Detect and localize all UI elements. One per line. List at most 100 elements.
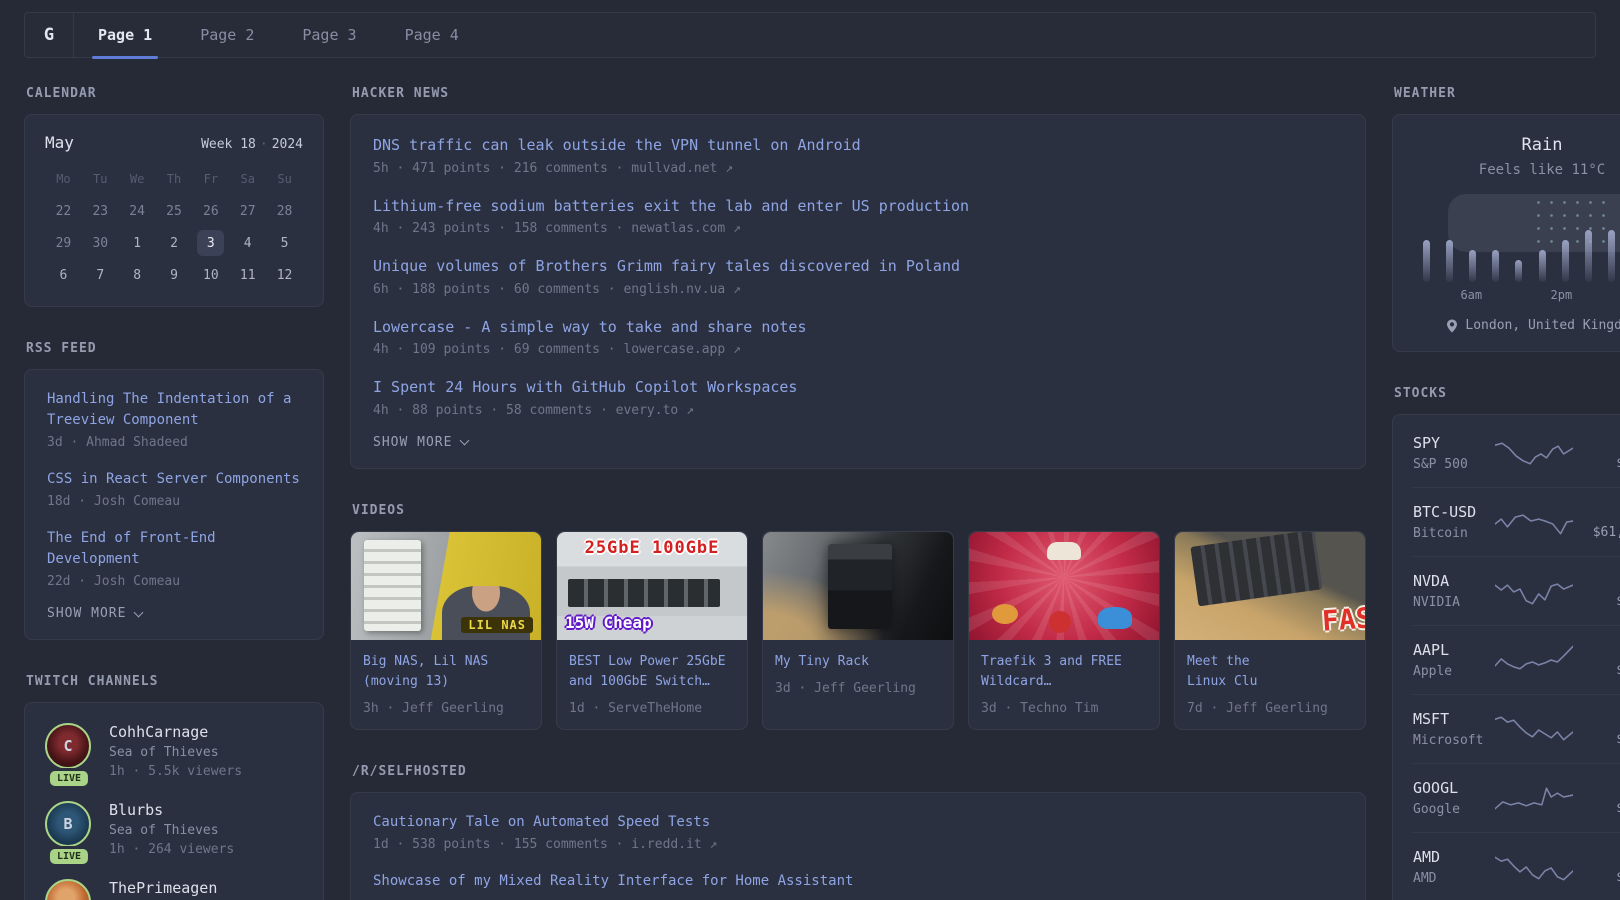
video-card[interactable]: LIL NAS Big NAS, Lil NAS (moving 13) 3h · J… [350,530,542,730]
selfhosted-item: Cautionary Tale on Automated Speed Tests… [373,812,1343,852]
video-card[interactable]: Traefik 3 and FREE Wildcard… 3d · Techno T… [968,530,1160,730]
calendar-day: 5 [266,228,303,258]
video-title[interactable]: Traefik 3 and FREE Wildcard… [981,652,1147,692]
stock-change: +0.10% [1575,780,1620,796]
video-title[interactable]: Big NAS, Lil NAS (moving 13) [363,652,529,692]
rss-item: CSS in React Server Components 18d · Josh… [47,469,301,509]
calendar-weekday: We [129,172,145,186]
stock-row[interactable]: SPY S&P 500 +1.29% $511.57 [1413,419,1620,487]
stock-sparkline [1495,514,1573,535]
video-card[interactable]: 25GbE 100GbE 15W Cheap BEST Low Power 25Gb… [556,530,748,730]
tab-page-2[interactable]: Page 2 [176,13,278,57]
calendar-day-number: 29 [55,235,72,251]
stocks-widget: STOCKS SPY S&P 500 +1.29% $511.57 BTC-USD Bit… [1392,386,1620,900]
hackernews-item-title[interactable]: Unique volumes of Brothers Grimm fairy t… [373,255,1343,278]
stock-values: +1.29% $511.57 [1575,435,1620,471]
weather-time-label: 2pm [1550,288,1573,302]
selfhosted-item: Showcase of my Mixed Reality Interface f… [373,871,1343,892]
stock-values: +6.87% $184.91 [1575,642,1620,678]
stock-sparkline [1495,716,1573,741]
stock-row[interactable]: MSFT Microsoft +2.16% $406.43 [1413,694,1620,763]
weather-card: Rain Feels like 11°C 12° 6am2pm10pm Lond… [1392,114,1620,352]
videos-widget: VIDEOS LIL NAS Big NAS, Lil NAS (moving 13… [350,503,1366,730]
hackernews-list: DNS traffic can leak outside the VPN tun… [373,134,1343,418]
stock-id: AAPL Apple [1413,641,1495,679]
thumbnail-art-blob-b [1098,606,1133,629]
right-column: WEATHER Rain Feels like 11°C 12° 6am2pm1… [1392,86,1620,900]
hackernews-item-meta: 4h · 88 points · 58 comments · every.to … [373,402,694,418]
weather-time-label [1573,288,1596,302]
tab-page-1[interactable]: Page 1 [74,13,176,59]
hackernews-item-title[interactable]: Lowercase - A simple way to take and sha… [373,316,1343,339]
stock-row[interactable]: AMD AMD +2.94% $150.45 [1413,832,1620,900]
thumbnail-text: 15W Cheap [565,612,652,632]
video-title[interactable]: BEST Low Power 25GbE and 100GbE Switch… [569,652,735,692]
stock-row[interactable]: GOOGL Google +0.10% $166.78 [1413,763,1620,832]
show-more-label: SHOW MORE [47,606,127,621]
hackernews-section-title: HACKER NEWS [352,86,450,101]
video-card[interactable]: FAS Meet the Linux Clu 7d · Jeff Geerling [1174,530,1366,730]
weather-bar-column [1507,260,1530,282]
hackernews-item-meta: 6h · 188 points · 60 comments · english.… [373,281,741,297]
hackernews-item-title[interactable]: I Spent 24 Hours with GitHub Copilot Wor… [373,376,1343,399]
hackernews-item: I Spent 24 Hours with GitHub Copilot Wor… [373,376,1343,418]
calendar-day: 10 [192,260,229,290]
calendar-weekday: Th [166,172,182,186]
twitch-channel-row[interactable]: LIVE ThePrimeagen [45,879,303,900]
calendar-day: 22 [45,196,82,226]
twitch-channel-row[interactable]: C LIVE CohhCarnage Sea of Thieves 1h · 5.5k … [45,723,303,786]
rss-item-title[interactable]: Handling The Indentation of a Treeview C… [47,389,301,431]
stock-row[interactable]: AAPL Apple +6.87% $184.91 [1413,625,1620,694]
tab-page-4[interactable]: Page 4 [381,13,483,57]
rss-item-title[interactable]: The End of Front-End Development [47,528,301,570]
thumbnail-art-case [364,540,422,631]
video-meta: 3h · Jeff Geerling [363,700,504,716]
hackernews-show-more[interactable]: SHOW MORE [373,435,1343,450]
video-title-line: BEST Low Power 25GbE [569,653,726,669]
calendar-day-number: 4 [243,235,252,251]
rss-item-title[interactable]: CSS in React Server Components [47,469,301,490]
hackernews-item-title[interactable]: Lithium-free sodium batteries exit the l… [373,195,1343,218]
calendar-widget: CALENDAR May Week 18 · 2024 Mo Tu We Th Fr Sa Su… [24,86,324,307]
twitch-section-title: TWITCH CHANNELS [26,674,159,689]
stock-row[interactable]: BTC-USD Bitcoin +4.40% $61,725.48 [1413,487,1620,556]
selfhosted-item-title[interactable]: Cautionary Tale on Automated Speed Tests [373,812,1343,833]
dot-separator: · [259,137,268,152]
twitch-avatar-wrap: C LIVE [45,723,93,786]
video-thumbnail: LIL NAS [351,531,541,640]
video-title[interactable]: Meet the Linux Clu [1187,652,1353,692]
rss-item: Handling The Indentation of a Treeview C… [47,389,301,450]
weather-bar [1538,250,1546,282]
stock-row[interactable]: NVDA NVIDIA +3.52% $888.40 [1413,556,1620,625]
twitch-channel-row[interactable]: B LIVE Blurbs Sea of Thieves 1h · 264 viewer… [45,801,303,864]
video-card-body: Traefik 3 and FREE Wildcard… 3d · Techno T… [969,640,1159,729]
rss-card: Handling The Indentation of a Treeview C… [24,369,324,640]
selfhosted-item-title[interactable]: Showcase of my Mixed Reality Interface f… [373,871,1343,892]
weather-time-label [1595,288,1618,302]
calendar-day: 12 [266,260,303,290]
calendar-day: 28 [266,196,303,226]
video-title[interactable]: My Tiny Rack [775,652,941,672]
calendar-day-number: 26 [203,203,219,219]
video-card-body: BEST Low Power 25GbE and 100GbE Switch… 1d… [557,640,747,729]
video-card[interactable]: My Tiny Rack 3d · Jeff Geerling [762,530,954,730]
stock-id: AMD AMD [1413,848,1495,886]
stock-name: AMD [1413,871,1437,886]
calendar-day-number: 11 [239,267,256,283]
videos-row: LIL NAS Big NAS, Lil NAS (moving 13) 3h · J… [350,530,1366,730]
thumbnail-art-board [1190,531,1323,607]
rss-show-more[interactable]: SHOW MORE [47,606,301,621]
hackernews-card: DNS traffic can leak outside the VPN tun… [350,114,1366,469]
app-logo[interactable]: G [25,13,74,57]
rss-item: The End of Front-End Development 22d · Jo… [47,528,301,589]
stock-symbol: MSFT [1413,710,1450,728]
twitch-widget: TWITCH CHANNELS C LIVE CohhCarnage Sea of T… [24,674,324,900]
twitch-channel-meta: 1h · 5.5k viewers [109,764,243,779]
tab-page-3[interactable]: Page 3 [278,13,380,57]
show-more-label: SHOW MORE [373,434,453,450]
stock-price: $150.45 [1575,870,1620,885]
header-tabs: Page 1 Page 2 Page 3 Page 4 [74,13,483,59]
hackernews-item-title[interactable]: DNS traffic can leak outside the VPN tun… [373,134,1343,157]
video-meta: 3d · Jeff Geerling [775,680,916,696]
calendar-weekday: Mo [56,172,71,186]
